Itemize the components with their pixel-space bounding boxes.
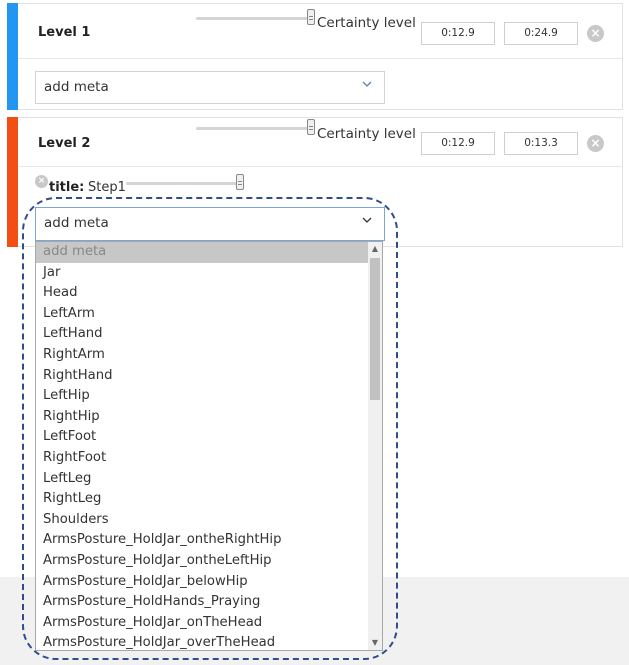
- dropdown-option[interactable]: Jar: [36, 263, 369, 284]
- level-card-2: Level 2 Certainty level 0:12.9 0:13.3 × …: [7, 117, 623, 247]
- dropdown-option[interactable]: ArmsPosture_HoldHands_Praying: [36, 592, 369, 613]
- dropdown-option[interactable]: LeftFoot: [36, 427, 369, 448]
- dropdown-option[interactable]: LeftArm: [36, 304, 369, 325]
- certainty-level-label: Certainty level: [317, 126, 416, 142]
- level-title: Level 1: [38, 25, 91, 40]
- dropdown-option[interactable]: RightHand: [36, 366, 369, 387]
- header-divider: [18, 58, 622, 59]
- end-time-input[interactable]: 0:24.9: [504, 22, 578, 45]
- dropdown-option[interactable]: ArmsPosture_HoldJar_onTheHead: [36, 613, 369, 634]
- select-value: add meta: [44, 79, 109, 95]
- certainty-slider-thumb[interactable]: [307, 119, 315, 135]
- certainty-level-label: Certainty level: [317, 15, 416, 31]
- dropdown-option[interactable]: ArmsPosture_HoldJar_overTheHead: [36, 633, 369, 650]
- start-time-input[interactable]: 0:12.9: [421, 132, 495, 155]
- certainty-slider-track[interactable]: [196, 17, 314, 20]
- meta-key: title:: [49, 180, 85, 195]
- meta-certainty-slider-track[interactable]: [126, 182, 242, 185]
- add-meta-dropdown-list[interactable]: add meta Jar Head LeftArm LeftHand RightArm Ri…: [35, 241, 383, 651]
- level-color-bar: [7, 3, 18, 110]
- level-title: Level 2: [38, 136, 91, 151]
- dropdown-option[interactable]: Head: [36, 283, 369, 304]
- dropdown-option[interactable]: RightHip: [36, 407, 369, 428]
- add-meta-select[interactable]: add meta: [35, 71, 385, 104]
- meta-certainty-slider-thumb[interactable]: [236, 174, 244, 190]
- certainty-slider-thumb[interactable]: [307, 9, 315, 25]
- scroll-up-arrow-icon[interactable]: ▲: [368, 242, 382, 256]
- remove-level-icon[interactable]: ×: [587, 25, 604, 42]
- dropdown-option[interactable]: Shoulders: [36, 510, 369, 531]
- dropdown-option[interactable]: RightLeg: [36, 489, 369, 510]
- dropdown-option[interactable]: ArmsPosture_HoldJar_belowHip: [36, 572, 369, 593]
- dropdown-option[interactable]: RightFoot: [36, 448, 369, 469]
- dropdown-option[interactable]: LeftHip: [36, 386, 369, 407]
- certainty-slider-track[interactable]: [196, 127, 314, 130]
- level-color-bar: [7, 117, 18, 247]
- dropdown-option[interactable]: LeftHand: [36, 324, 369, 345]
- dropdown-option[interactable]: RightArm: [36, 345, 369, 366]
- remove-level-icon[interactable]: ×: [587, 135, 604, 152]
- end-time-input[interactable]: 0:13.3: [504, 132, 578, 155]
- header-divider: [18, 166, 622, 167]
- dropdown-option[interactable]: add meta: [36, 242, 369, 263]
- add-meta-select[interactable]: add meta: [35, 207, 385, 241]
- scrollbar-thumb[interactable]: [370, 258, 380, 400]
- dropdown-option[interactable]: LeftLeg: [36, 469, 369, 490]
- dropdown-options: add meta Jar Head LeftArm LeftHand RightArm Ri…: [36, 242, 369, 650]
- dropdown-option[interactable]: ArmsPosture_HoldJar_ontheLeftHip: [36, 551, 369, 572]
- scroll-down-arrow-icon[interactable]: ▼: [368, 636, 382, 650]
- select-value: add meta: [44, 215, 109, 231]
- chevron-down-icon: [362, 81, 372, 87]
- remove-meta-icon[interactable]: ×: [35, 175, 48, 188]
- dropdown-scrollbar[interactable]: ▲ ▼: [368, 242, 382, 650]
- dropdown-option[interactable]: ArmsPosture_HoldJar_ontheRightHip: [36, 530, 369, 551]
- chevron-down-icon: [362, 217, 372, 223]
- level-card-1: Level 1 Certainty level 0:12.9 0:24.9 × …: [7, 3, 623, 110]
- meta-value: Step1: [88, 180, 126, 195]
- start-time-input[interactable]: 0:12.9: [421, 22, 495, 45]
